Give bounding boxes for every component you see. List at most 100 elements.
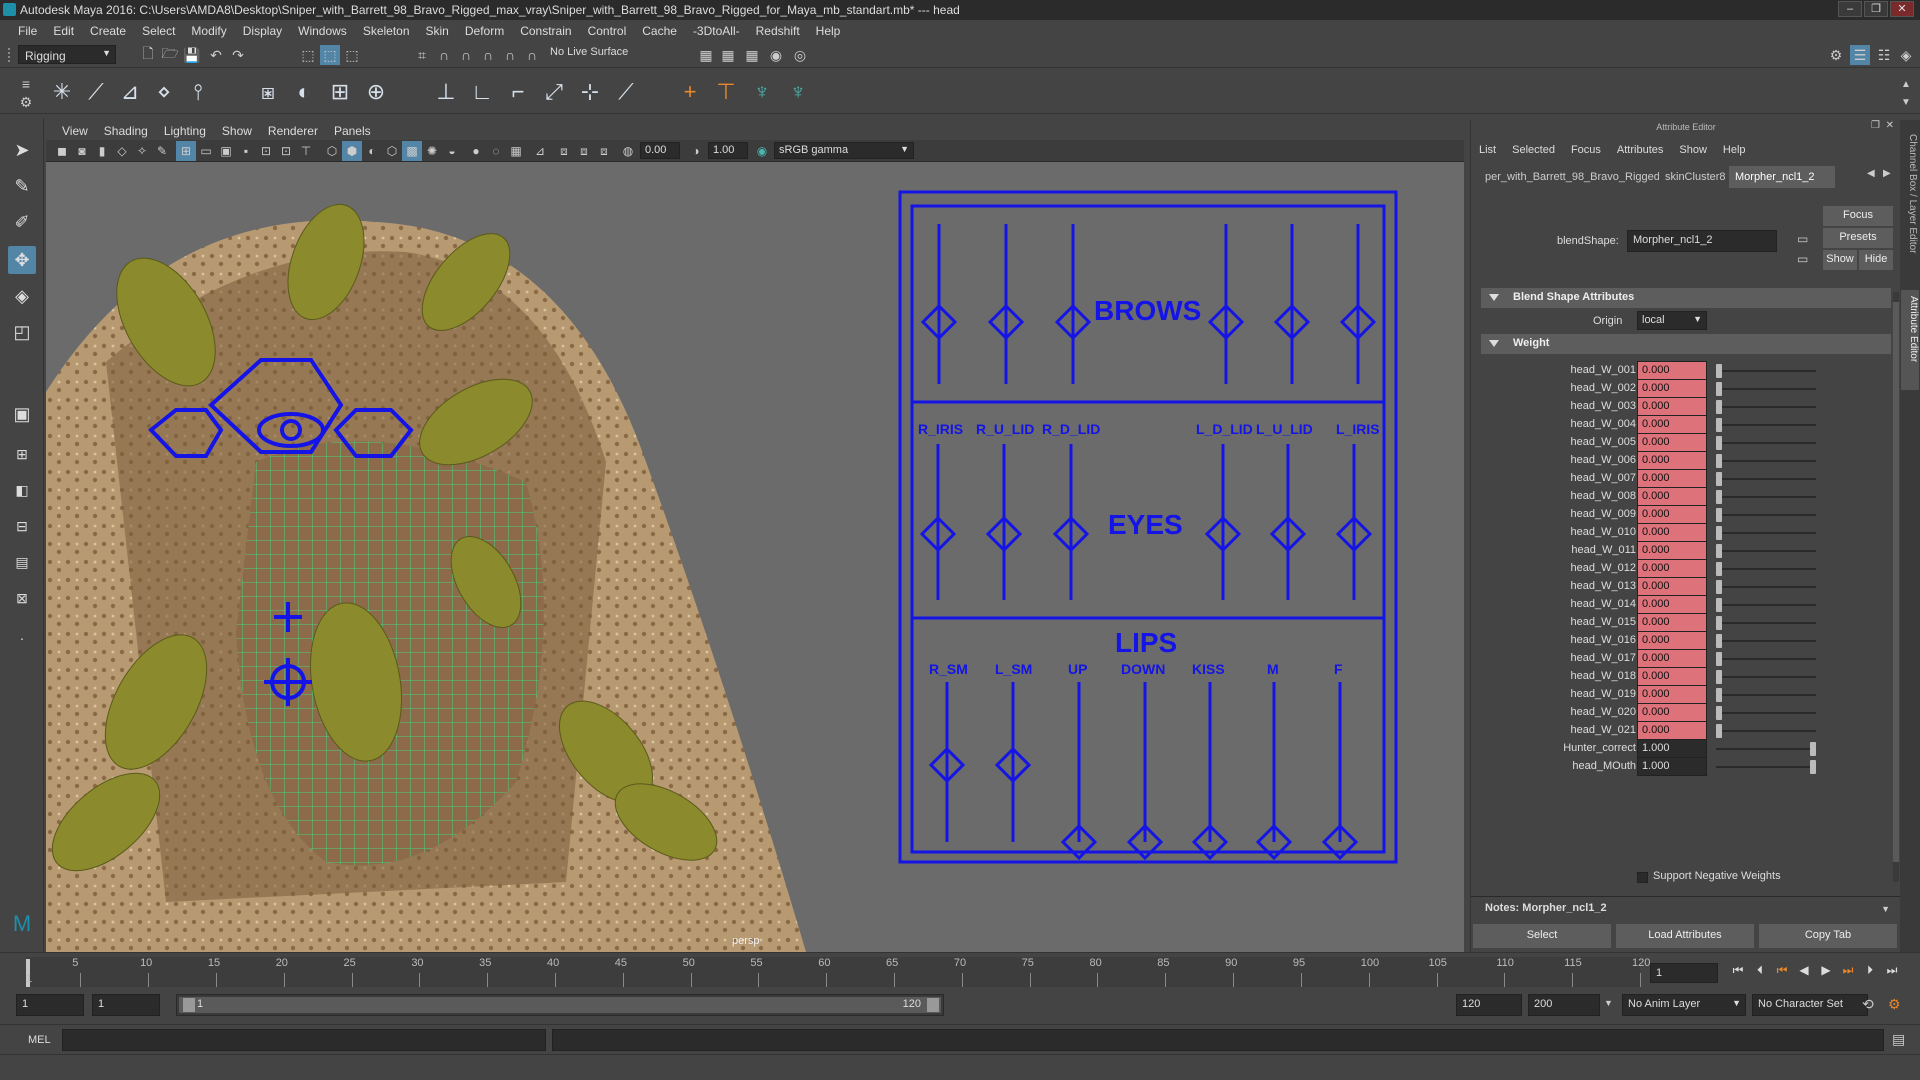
presets-button[interactable]: Presets — [1823, 228, 1893, 248]
weight-slider-track[interactable] — [1716, 766, 1816, 768]
use-all-lights-icon[interactable]: ✺ — [422, 141, 442, 161]
ik-spline-icon[interactable]: ⋄ — [150, 78, 178, 106]
hide-button[interactable]: Hide — [1859, 250, 1893, 270]
antialiasing-icon[interactable]: ▦ — [506, 141, 526, 161]
tab-node-2[interactable]: Morpher_ncl1_2 — [1729, 166, 1835, 188]
render-view-icon[interactable]: ◎ — [790, 45, 810, 65]
command-input[interactable] — [62, 1029, 546, 1051]
resolution-gate-icon[interactable]: ▣ — [216, 141, 236, 161]
script-language-label[interactable]: MEL — [28, 1034, 51, 1046]
weight-slider-track[interactable] — [1716, 604, 1816, 606]
camera-attributes-icon[interactable]: ◙ — [72, 141, 92, 161]
weight-section-header[interactable]: Weight — [1481, 334, 1891, 354]
persp-graph-icon[interactable]: ⊟ — [8, 512, 36, 540]
weight-slider-handle[interactable] — [1716, 580, 1722, 594]
attr-menu-attributes[interactable]: Attributes — [1617, 144, 1663, 156]
weight-slider-track[interactable] — [1716, 460, 1816, 462]
render-frame-icon[interactable]: ▦ — [696, 45, 716, 65]
viewport-menu-renderer[interactable]: Renderer — [260, 120, 326, 140]
animation-start-field[interactable]: 1 — [16, 994, 84, 1016]
hypershade-layout-icon[interactable]: ▤ — [8, 548, 36, 576]
attr-menu-list[interactable]: List — [1479, 144, 1496, 156]
grid-toggle-icon[interactable]: ⊞ — [176, 141, 196, 161]
attr-menu-selected[interactable]: Selected — [1512, 144, 1555, 156]
weight-slider-handle[interactable] — [1716, 652, 1722, 666]
chevron-down-icon[interactable]: ▼ — [1881, 904, 1890, 914]
step-forward-frame-icon[interactable]: ⏵ — [1862, 963, 1878, 979]
weight-slider-handle[interactable] — [1716, 418, 1722, 432]
undo-icon[interactable]: ↶ — [206, 45, 226, 65]
shelf-menu-icon[interactable]: ≡ — [16, 74, 36, 94]
support-negative-checkbox[interactable] — [1637, 872, 1648, 883]
auto-key-icon[interactable]: ⟲ — [1862, 996, 1874, 1013]
play-backward-icon[interactable]: ◀ — [1796, 963, 1812, 979]
xray-components-icon[interactable]: ⧈ — [594, 141, 614, 161]
select-tool-icon[interactable]: ➤ — [8, 136, 36, 164]
orient-constraint-icon[interactable]: ∟ — [468, 78, 496, 106]
close-button[interactable]: ✕ — [1890, 1, 1914, 17]
menu-constrain[interactable]: Constrain — [512, 20, 579, 40]
anim-layer-dropdown[interactable]: No Anim Layer ▼ — [1622, 994, 1746, 1016]
animation-prefs-icon[interactable]: ⚙ — [1888, 996, 1901, 1013]
grease-pencil-icon[interactable]: ✎ — [152, 141, 172, 161]
ik-handle-icon[interactable]: ⊿ — [116, 78, 144, 106]
menu-help[interactable]: Help — [808, 20, 849, 40]
tab-scroll-left-icon[interactable]: ◀ — [1867, 168, 1875, 179]
attribute-scrollbar[interactable] — [1893, 292, 1899, 882]
weight-slider-handle[interactable] — [1716, 688, 1722, 702]
weight-slider-handle[interactable] — [1716, 382, 1722, 396]
point-constraint-icon[interactable]: ⊥ — [432, 78, 460, 106]
weight-slider-track[interactable] — [1716, 388, 1816, 390]
redo-icon[interactable]: ↷ — [228, 45, 248, 65]
weight-slider-handle[interactable] — [1716, 706, 1722, 720]
weight-slider-handle[interactable] — [1716, 616, 1722, 630]
animation-end-field[interactable]: 200 — [1528, 994, 1600, 1016]
field-chart-icon[interactable]: ⊡ — [256, 141, 276, 161]
tab-scroll-right-icon[interactable]: ▶ — [1883, 168, 1891, 179]
weight-slider-track[interactable] — [1716, 568, 1816, 570]
wireframe-on-shaded-icon[interactable]: ⬡ — [382, 141, 402, 161]
range-bar[interactable]: 1 120 — [176, 994, 944, 1016]
insert-joint-icon[interactable]: ⟋ — [82, 78, 110, 106]
range-handle-right[interactable] — [927, 998, 939, 1012]
menu-create[interactable]: Create — [82, 20, 134, 40]
snap-view-icon[interactable]: ∩ — [478, 45, 498, 65]
weight-slider-track[interactable] — [1716, 496, 1816, 498]
motion-blur-icon[interactable]: ◌ — [486, 141, 506, 161]
weight-slider-handle[interactable] — [1810, 742, 1816, 756]
weight-slider-track[interactable] — [1716, 514, 1816, 516]
weight-slider-track[interactable] — [1716, 712, 1816, 714]
weight-slider-handle[interactable] — [1716, 400, 1722, 414]
shelf-settings-icon[interactable]: ⚙ — [16, 92, 36, 112]
attr-menu-show[interactable]: Show — [1679, 144, 1707, 156]
paint-weights-icon[interactable]: ◐ — [290, 78, 318, 106]
xray-joints-icon[interactable]: ⧈ — [574, 141, 594, 161]
weight-slider-track[interactable] — [1716, 586, 1816, 588]
menu-deform[interactable]: Deform — [457, 20, 512, 40]
gamma-field[interactable]: 1.00 — [708, 142, 748, 159]
menu-file[interactable]: File — [10, 20, 45, 40]
shadows-icon[interactable]: ◒ — [442, 141, 462, 161]
weight-slider-handle[interactable] — [1716, 454, 1722, 468]
channel-box-tab[interactable]: Channel Box / Layer Editor — [1902, 134, 1918, 284]
snap-live-icon[interactable]: ∩ — [522, 45, 542, 65]
weight-slider-track[interactable] — [1716, 406, 1816, 408]
bookmark-icon[interactable]: ▮ — [92, 141, 112, 161]
play-forward-icon[interactable]: ▶ — [1818, 963, 1834, 979]
weight-slider-handle[interactable] — [1716, 472, 1722, 486]
weight-slider-track[interactable] — [1716, 730, 1816, 732]
step-back-frame-icon[interactable]: ⏴ — [1752, 963, 1768, 979]
float-panel-icon[interactable]: ❐ — [1871, 120, 1880, 131]
film-gate-icon[interactable]: ▭ — [196, 141, 216, 161]
attribute-editor-toggle-icon[interactable]: ☰ — [1850, 45, 1870, 65]
show-button[interactable]: Show — [1823, 250, 1857, 270]
modeling-toolkit-icon[interactable]: ⚙ — [1826, 45, 1846, 65]
xray-icon[interactable]: ⧈ — [554, 141, 574, 161]
viewport-menu-lighting[interactable]: Lighting — [156, 120, 214, 140]
view-transform-dropdown[interactable]: sRGB gamma ▼ — [774, 142, 914, 159]
shelf-scroll-down-icon[interactable]: ▼ — [1896, 92, 1916, 112]
select-object-icon[interactable]: ⬚ — [320, 45, 340, 65]
load-attributes-button[interactable]: Load Attributes — [1616, 924, 1754, 948]
select-component-icon[interactable]: ⬚ — [342, 45, 362, 65]
current-frame-field[interactable]: 1 — [1650, 963, 1718, 983]
